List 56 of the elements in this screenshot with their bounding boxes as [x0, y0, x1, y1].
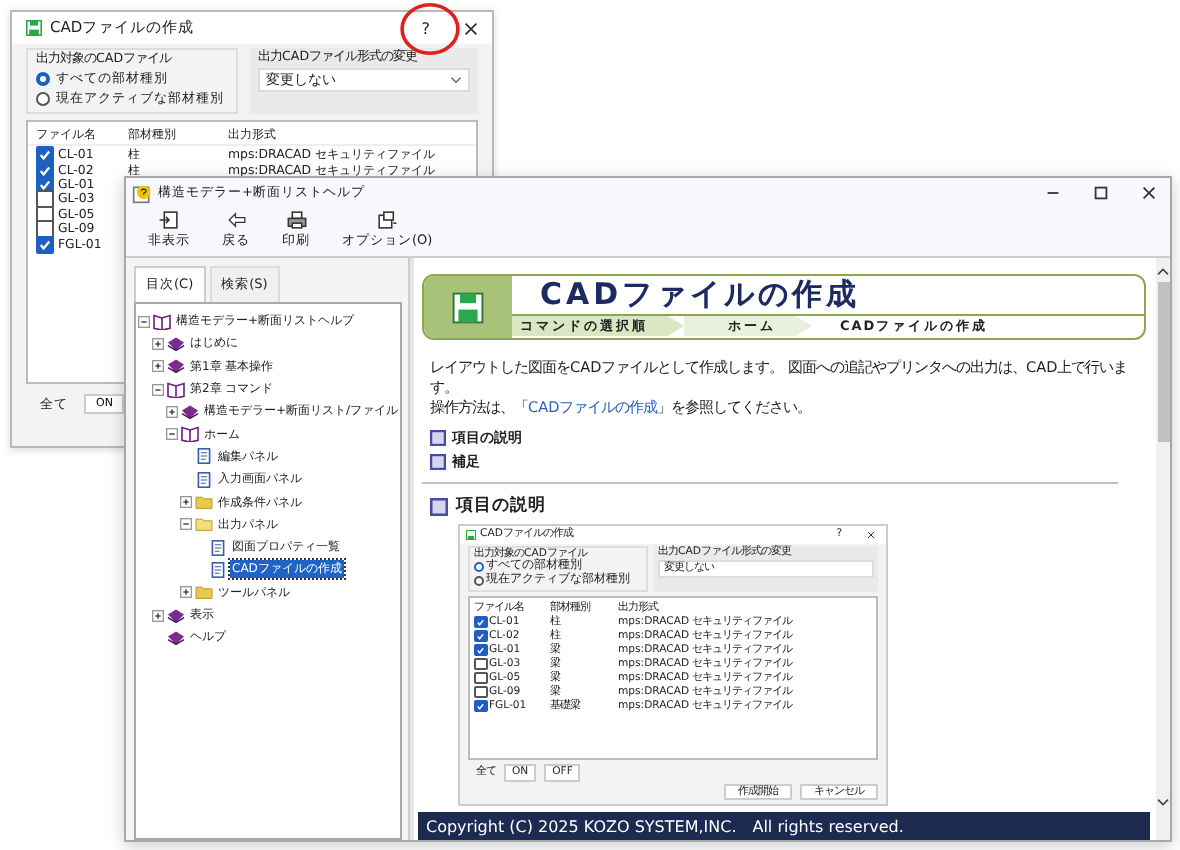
- folder-icon: [194, 584, 214, 601]
- expand-icon[interactable]: [152, 337, 164, 350]
- book-icon: [166, 335, 186, 352]
- checkbox[interactable]: [36, 220, 54, 239]
- book-icon: [166, 358, 186, 375]
- collapse-icon[interactable]: [152, 383, 164, 396]
- radio-button[interactable]: [474, 576, 484, 587]
- square-bullet-icon: [430, 454, 446, 470]
- open-book-icon: [166, 381, 186, 398]
- close-icon: [866, 530, 876, 540]
- collapse-icon[interactable]: [166, 428, 178, 441]
- open-book-icon: [152, 313, 172, 330]
- section-heading: 項目の説明: [456, 494, 546, 518]
- caret-icon: [450, 76, 462, 84]
- scrollbar[interactable]: [1156, 258, 1170, 840]
- help-button[interactable]: ?: [421, 19, 430, 37]
- collapse-icon[interactable]: [138, 315, 150, 328]
- radio-button[interactable]: [36, 92, 50, 106]
- checkbox[interactable]: [36, 146, 54, 165]
- checkbox[interactable]: [474, 629, 487, 643]
- radio-button[interactable]: [36, 72, 50, 86]
- close-icon[interactable]: [462, 19, 480, 37]
- copyright-footer: Copyright (C) 2025 KOZO SYSTEM,INC. All rights reserved.: [418, 812, 1150, 840]
- page-title: CADファイルの作成: [538, 276, 863, 314]
- scroll-up-icon[interactable]: [1156, 266, 1170, 276]
- expand-icon[interactable]: [166, 405, 178, 418]
- expand-icon[interactable]: [180, 586, 192, 599]
- page-icon: [194, 448, 214, 465]
- checkbox[interactable]: [474, 685, 487, 699]
- expand-icon[interactable]: [152, 609, 164, 621]
- open-book-icon: [180, 426, 200, 443]
- book-icon: [166, 629, 186, 646]
- checkbox[interactable]: [36, 190, 54, 209]
- checkbox[interactable]: [474, 615, 487, 629]
- square-bullet-icon: [430, 497, 448, 515]
- book-icon: [180, 403, 200, 420]
- page-icon: [208, 539, 228, 556]
- page-icon: [208, 561, 228, 578]
- book-icon: [166, 607, 186, 623]
- scroll-down-icon[interactable]: [1156, 798, 1170, 808]
- floppy-icon: [452, 291, 484, 323]
- help-book-icon: [132, 183, 152, 203]
- maximize-icon[interactable]: [1092, 184, 1110, 202]
- checkbox[interactable]: [474, 657, 487, 671]
- close-icon[interactable]: [1140, 184, 1158, 202]
- page-icon: [194, 471, 214, 488]
- checkbox[interactable]: [474, 699, 487, 713]
- radio-button[interactable]: [474, 562, 484, 573]
- expand-icon[interactable]: [152, 360, 164, 373]
- checkbox[interactable]: [474, 671, 487, 685]
- expand-icon[interactable]: [180, 496, 192, 509]
- square-bullet-icon: [430, 430, 446, 446]
- collapse-icon[interactable]: [180, 518, 192, 531]
- scroll-thumb[interactable]: [1157, 282, 1169, 442]
- checkbox[interactable]: [474, 643, 487, 657]
- floppy-icon: [26, 20, 42, 36]
